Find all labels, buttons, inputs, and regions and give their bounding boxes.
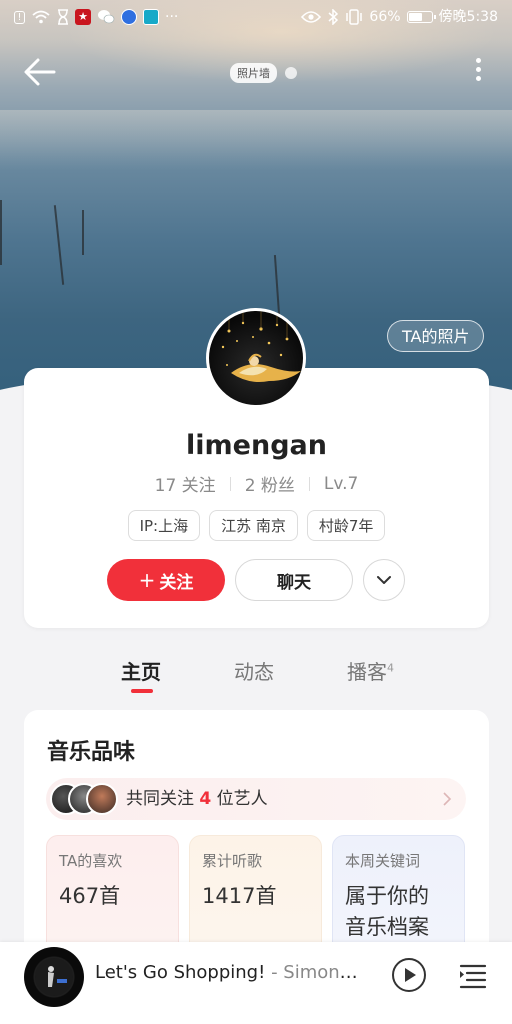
artist-avatars <box>50 783 120 815</box>
playlist-button[interactable] <box>458 961 488 991</box>
listened-label: 累计听歌 <box>202 852 263 870</box>
app-cyan-icon <box>143 9 159 25</box>
profile-tags: IP:上海 江苏 南京 村龄7年 <box>24 510 489 541</box>
podcast-count-badge: 4 <box>387 661 394 675</box>
common-suffix: 位艺人 <box>216 789 268 809</box>
back-arrow-icon <box>24 58 56 86</box>
likes-value: 467首 <box>59 884 121 908</box>
common-prefix: 共同关注 <box>126 789 194 809</box>
app-red-icon: ★ <box>75 9 91 25</box>
ta-photos-button[interactable]: TA的照片 <box>387 320 485 352</box>
album-disc[interactable] <box>24 947 84 1007</box>
clock: 傍晚5:38 <box>438 9 498 25</box>
music-taste-title: 音乐品味 <box>47 740 136 765</box>
song-title: Let's Go Shopping! <box>95 962 266 983</box>
more-dot <box>475 67 481 72</box>
tag-location: 江苏 南京 <box>209 510 298 541</box>
tab-podcast-label: 播客 <box>347 660 387 684</box>
plus-icon: + <box>138 568 156 592</box>
page-dot <box>285 67 297 79</box>
artist-avatar <box>86 783 118 815</box>
eye-icon <box>301 11 322 23</box>
tab-indicator <box>131 689 153 693</box>
more-options-button[interactable] <box>466 54 490 88</box>
wifi-icon <box>32 10 50 24</box>
avatar[interactable] <box>206 308 306 408</box>
profile-tabs: 主页 动态 播客4 <box>0 656 512 696</box>
username: limengan <box>186 430 327 461</box>
battery-icon <box>406 11 436 23</box>
now-playing[interactable]: Let's Go Shopping! - Simon V... <box>95 962 360 983</box>
tag-ip: IP:上海 <box>127 510 201 541</box>
follow-button[interactable]: + 关注 <box>107 559 225 601</box>
common-count: 4 <box>199 789 212 809</box>
browser-icon <box>121 9 137 25</box>
common-artists-text: 共同关注 4 位艺人 <box>126 778 268 820</box>
following-count[interactable]: 17 关注 <box>155 471 216 496</box>
photo-wall-label: 照片墙 <box>230 63 277 83</box>
battery-percent: 66% <box>369 9 401 25</box>
music-taste-section: 音乐品味 共同关注 4 位艺人 TA的喜欢 467首 累计听歌 1417首 本周… <box>24 710 489 975</box>
photo-wall-indicator[interactable]: 照片墙 <box>230 63 297 83</box>
tab-activity[interactable]: 动态 <box>234 656 274 685</box>
followers-count[interactable]: 2 粉丝 <box>245 471 295 496</box>
listened-value: 1417首 <box>202 884 277 908</box>
common-artists-row[interactable]: 共同关注 4 位艺人 <box>46 778 466 820</box>
chat-button[interactable]: 聊天 <box>235 559 353 601</box>
wechat-icon <box>98 10 115 24</box>
alert-icon: ! <box>14 10 25 24</box>
chevron-right-icon <box>443 792 452 806</box>
tab-home[interactable]: 主页 <box>121 656 161 685</box>
play-button[interactable] <box>391 957 427 993</box>
hourglass-icon <box>58 9 68 25</box>
more-dot <box>475 76 481 81</box>
song-artist: - Simon V... <box>271 962 360 983</box>
tag-account-age: 村龄7年 <box>306 510 386 541</box>
tab-podcast[interactable]: 播客4 <box>347 656 394 685</box>
album-cover-icon <box>35 958 73 996</box>
weekly-keyword-label: 本周关键词 <box>345 852 421 870</box>
play-icon <box>392 958 426 992</box>
user-level[interactable]: Lv.7 <box>324 474 358 494</box>
expand-button[interactable] <box>363 559 405 601</box>
avatar-illustration <box>221 311 301 382</box>
follow-label: 关注 <box>159 572 194 593</box>
playlist-icon <box>459 964 487 989</box>
ellipsis-icon: ··· <box>165 9 179 25</box>
mini-player: Let's Go Shopping! - Simon V... <box>0 942 512 1024</box>
vibrate-icon <box>346 9 363 25</box>
weekly-keyword-value: 属于你的音乐档案 <box>345 884 429 939</box>
status-bar: ! ★ ··· 66% 傍晚5:38 <box>0 0 512 34</box>
profile-stats: 17 关注 2 粉丝 Lv.7 <box>24 471 489 497</box>
profile-actions: + 关注 聊天 <box>107 559 405 601</box>
likes-label: TA的喜欢 <box>59 852 123 870</box>
back-button[interactable] <box>20 52 60 92</box>
bluetooth-icon <box>328 9 339 25</box>
chevron-down-icon <box>377 576 391 584</box>
more-dot <box>475 58 481 63</box>
